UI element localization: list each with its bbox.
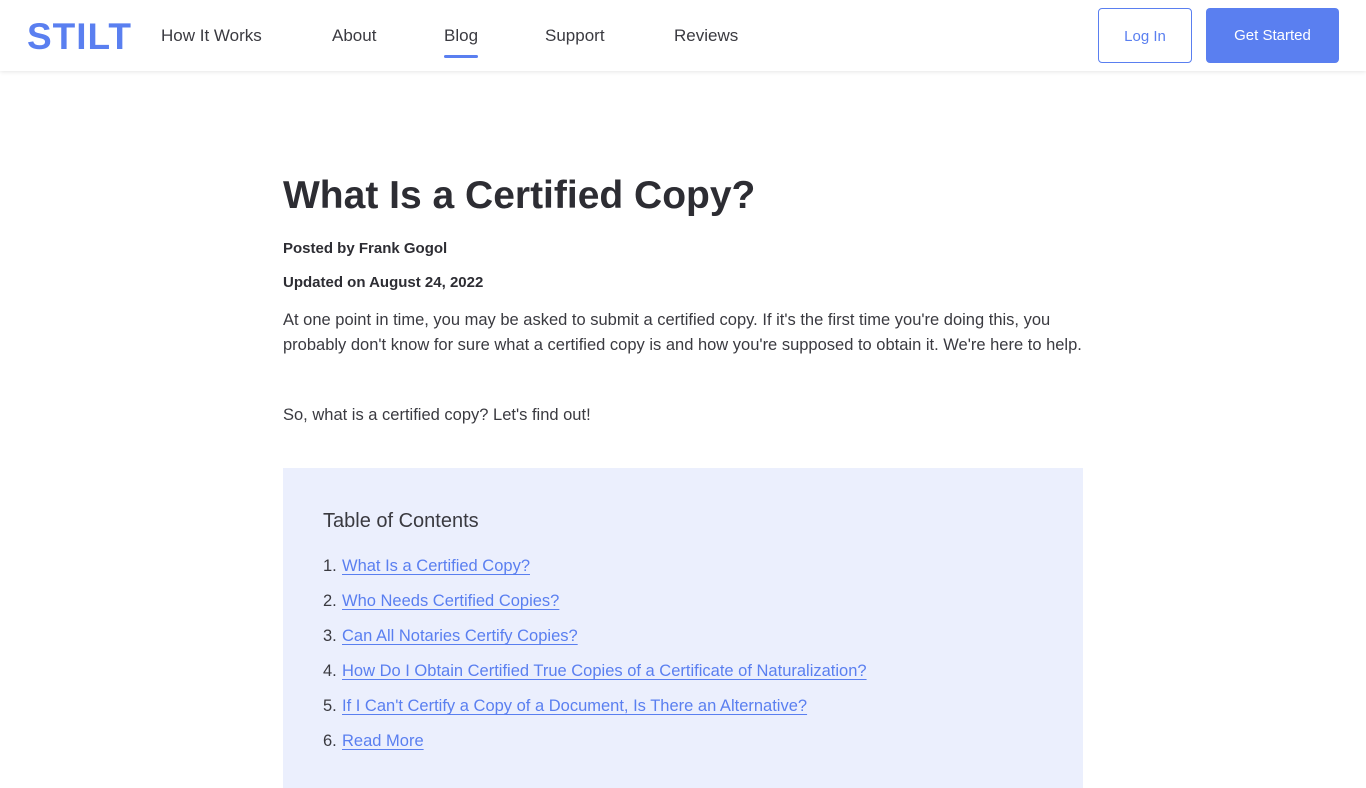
- toc-link-read-more[interactable]: Read More: [342, 732, 424, 750]
- article-title: What Is a Certified Copy?: [283, 174, 756, 217]
- toc-item: 3. Can All Notaries Certify Copies?: [323, 624, 867, 659]
- toc-link-can-all-notaries-certify[interactable]: Can All Notaries Certify Copies?: [342, 627, 578, 645]
- intro-question-paragraph: So, what is a certified copy? Let's find…: [283, 406, 591, 424]
- toc-item: 5. If I Can't Certify a Copy of a Documen…: [323, 694, 867, 729]
- stilt-logo[interactable]: STILT: [27, 17, 132, 57]
- toc-link-what-is-certified-copy[interactable]: What Is a Certified Copy?: [342, 557, 530, 575]
- toc-item-number: 2.: [323, 592, 337, 610]
- toc-item: 6. Read More: [323, 729, 867, 764]
- toc-item: 2. Who Needs Certified Copies?: [323, 589, 867, 624]
- toc-title: Table of Contents: [323, 510, 479, 532]
- article-updated-date: Updated on August 24, 2022: [283, 274, 484, 291]
- article-author: Posted by Frank Gogol: [283, 240, 448, 257]
- toc-link-certificate-of-naturalization[interactable]: How Do I Obtain Certified True Copies of…: [342, 662, 867, 680]
- nav-about[interactable]: About: [332, 24, 376, 48]
- toc-item-number: 3.: [323, 627, 337, 645]
- nav-blog[interactable]: Blog: [444, 24, 479, 58]
- toc-item: 1. What Is a Certified Copy?: [323, 554, 867, 589]
- nav-reviews[interactable]: Reviews: [674, 24, 738, 48]
- top-navbar: STILT How It Works About Blog Support Re…: [0, 0, 1366, 71]
- toc-item-number: 5.: [323, 697, 337, 715]
- nav-how-it-works[interactable]: How It Works: [161, 24, 262, 48]
- toc-item-number: 1.: [323, 557, 337, 575]
- toc-item-number: 4.: [323, 662, 337, 680]
- toc-link-who-needs-certified-copies[interactable]: Who Needs Certified Copies?: [342, 592, 559, 610]
- intro-paragraph: At one point in time, you may be asked t…: [283, 311, 1082, 354]
- toc-item-number: 6.: [323, 732, 337, 750]
- toc-list: 1. What Is a Certified Copy? 2. Who Needs …: [323, 554, 867, 764]
- toc-item: 4. How Do I Obtain Certified True Copies …: [323, 659, 867, 694]
- login-button[interactable]: Log In: [1098, 8, 1192, 63]
- nav-support[interactable]: Support: [545, 24, 605, 48]
- table-of-contents: Table of Contents 1. What Is a Certified …: [283, 468, 1083, 788]
- get-started-button[interactable]: Get Started: [1206, 8, 1339, 63]
- toc-link-alternative[interactable]: If I Can't Certify a Copy of a Document,…: [342, 697, 807, 715]
